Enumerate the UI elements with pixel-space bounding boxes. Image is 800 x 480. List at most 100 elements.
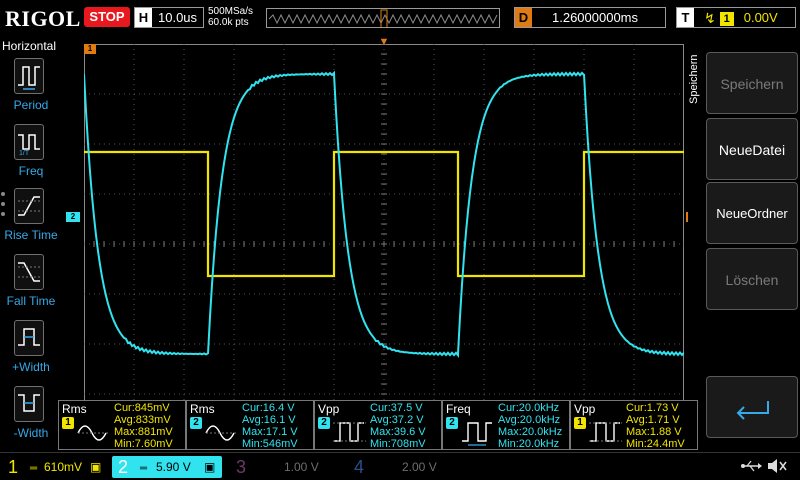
loeschen-button[interactable]: Löschen: [706, 248, 798, 310]
period-icon: [14, 58, 44, 94]
menu-title: Horizontal: [2, 39, 57, 53]
measurement-type: Rms: [190, 402, 215, 416]
ch2-status[interactable]: 2 ═ 5.90 V ▣: [112, 456, 222, 478]
usb-icon: [741, 460, 762, 472]
avg-value: Avg:20.0kHz: [498, 414, 561, 426]
menu-item-label: Rise Time: [4, 228, 58, 242]
cur-value: Cur:16.4 V: [242, 402, 295, 414]
ch3-number: 3: [236, 457, 247, 477]
trigger-position-marker-icon[interactable]: ▼: [378, 37, 390, 48]
horizontal-measure-menu: Horizontal Period 1/T Freq Rise Time Fal…: [0, 36, 62, 456]
ch2-waveform: [84, 70, 684, 358]
measurement-rms-ch1[interactable]: Rms 1 Cur:845mV Avg:833mV Max:881mV Min:…: [58, 400, 186, 450]
measurement-values: Cur:20.0kHz Avg:20.0kHz Max:20.0kHz Min:…: [498, 402, 562, 450]
delay-display[interactable]: D 1.26000000ms: [514, 7, 666, 28]
fall-time-icon: [14, 254, 44, 290]
ch2-scale: 5.90 V: [156, 460, 191, 474]
timebase-display[interactable]: H 10.0us: [134, 7, 204, 28]
ch4-number: 4: [354, 457, 365, 477]
avg-value: Avg:1.71 V: [626, 414, 680, 426]
ch2-offset-marker[interactable]: 2: [66, 212, 80, 222]
memory-waveform-preview-icon: [268, 9, 498, 27]
measure-item-positive-width[interactable]: +Width: [0, 320, 62, 380]
freq-icon: 1/T: [14, 124, 44, 160]
cur-value: Cur:37.5 V: [370, 402, 423, 414]
vpp-square-icon: [333, 422, 366, 442]
sample-rate: 500MSa/s: [208, 6, 254, 17]
run-stop-status-badge[interactable]: STOP: [84, 7, 130, 27]
positive-width-icon: [14, 320, 44, 356]
rigol-logo: RIGOL: [5, 6, 81, 31]
ch4-status[interactable]: 4 2.00 V: [344, 456, 456, 478]
softkey-menu-title: Speichern: [688, 54, 700, 104]
ch3-status[interactable]: 3 1.00 V: [228, 456, 340, 478]
measurement-values: Cur:1.73 V Avg:1.71 V Max:1.88 V Min:24.…: [626, 402, 685, 450]
measurement-rms-ch2[interactable]: Rms 2 Cur:16.4 V Avg:16.1 V Max:17.1 V M…: [186, 400, 314, 450]
measurement-channel-badge: 1: [62, 417, 74, 429]
measurement-values: Cur:37.5 V Avg:37.2 V Max:39.6 V Min:708…: [370, 402, 426, 450]
measurement-freq-ch2[interactable]: Freq 2 Cur:20.0kHz Avg:20.0kHz Max:20.0k…: [442, 400, 570, 450]
max-value: Max:20.0kHz: [498, 426, 563, 438]
menu-item-label: +Width: [12, 360, 50, 374]
ch2-coupling-icon: ═: [140, 463, 148, 474]
avg-value: Avg:16.1 V: [242, 414, 296, 426]
measurement-type: Rms: [62, 402, 87, 416]
cur-value: Cur:845mV: [114, 402, 170, 414]
neue-datei-button[interactable]: NeueDatei: [706, 118, 798, 180]
acquisition-info: 500MSa/s 60.0k pts: [208, 6, 253, 28]
trigger-level: 0.00V: [743, 10, 778, 25]
rise-time-icon: [14, 188, 44, 224]
delay-value: 1.26000000ms: [552, 10, 639, 25]
min-value: Min:20.0kHz: [498, 438, 560, 450]
negative-width-icon: [14, 386, 44, 422]
rms-sine-icon: [205, 425, 238, 441]
freq-square-icon: [462, 422, 492, 446]
rms-sine-icon: [77, 425, 110, 441]
max-value: Max:17.1 V: [242, 426, 298, 438]
cur-value: Cur:20.0kHz: [498, 402, 560, 414]
menu-page-dots-icon[interactable]: [1, 192, 7, 222]
measurement-values: Cur:16.4 V Avg:16.1 V Max:17.1 V Min:546…: [242, 402, 298, 450]
top-status-bar: RIGOL STOP H 10.0us 500MSa/s 60.0k pts D 1…: [0, 0, 800, 36]
menu-item-label: Freq: [18, 164, 44, 178]
delay-label: D: [515, 8, 532, 27]
measurement-channel-badge: 2: [318, 417, 330, 429]
channel-status-bar: 1 ═ 610mV ▣ 2 ═ 5.90 V ▣ 3 1.00 V 4 2.00…: [0, 452, 800, 480]
ch1-number: 1: [8, 457, 19, 477]
max-value: Max:881mV: [114, 426, 173, 438]
speichern-button[interactable]: Speichern: [706, 52, 798, 114]
menu-item-label: -Width: [13, 426, 49, 440]
max-value: Max:1.88 V: [626, 426, 682, 438]
measure-item-rise-time[interactable]: Rise Time: [0, 188, 62, 248]
ch1-offset-marker[interactable]: 1: [84, 44, 96, 54]
ch1-status[interactable]: 1 ═ 610mV ▣: [2, 456, 110, 478]
neue-ordner-button[interactable]: NeueOrdner: [706, 182, 798, 244]
menu-item-label: Fall Time: [6, 294, 56, 308]
waveform-display[interactable]: [84, 44, 684, 444]
measure-item-negative-width[interactable]: -Width: [0, 386, 62, 446]
measurement-vpp-ch2[interactable]: Vpp 2 Cur:37.5 V Avg:37.2 V Max:39.6 V M…: [314, 400, 442, 450]
timebase-label: H: [135, 8, 152, 27]
min-value: Min:546mV: [242, 438, 298, 450]
ch4-scale: 2.00 V: [402, 460, 437, 474]
cur-value: Cur:1.73 V: [626, 402, 679, 414]
return-arrow-icon: [736, 401, 769, 421]
menu-item-label: Period: [13, 98, 49, 112]
measure-item-period[interactable]: Period: [0, 58, 62, 118]
memory-position-bar[interactable]: [266, 8, 500, 28]
measurement-type: Vpp: [318, 402, 340, 416]
speaker-muted-icon[interactable]: [766, 458, 788, 474]
memory-depth: 60.0k pts: [208, 17, 249, 28]
svg-text:1/T: 1/T: [19, 150, 30, 157]
measurement-type: Freq: [446, 402, 471, 416]
min-value: Min:7.60mV: [114, 438, 173, 450]
ch1-coupling-icon: ═: [30, 463, 38, 474]
measure-item-fall-time[interactable]: Fall Time: [0, 254, 62, 314]
measure-item-freq[interactable]: 1/T Freq: [0, 124, 62, 184]
trigger-display[interactable]: T ↯ 1 0.00V: [676, 7, 796, 28]
measurement-channel-badge: 2: [190, 417, 202, 429]
waveform-traces: [84, 70, 684, 358]
measurement-vpp-ch1[interactable]: Vpp 1 Cur:1.73 V Avg:1.71 V Max:1.88 V M…: [570, 400, 698, 450]
timebase-value: 10.0us: [158, 10, 198, 25]
return-button[interactable]: [706, 376, 798, 438]
